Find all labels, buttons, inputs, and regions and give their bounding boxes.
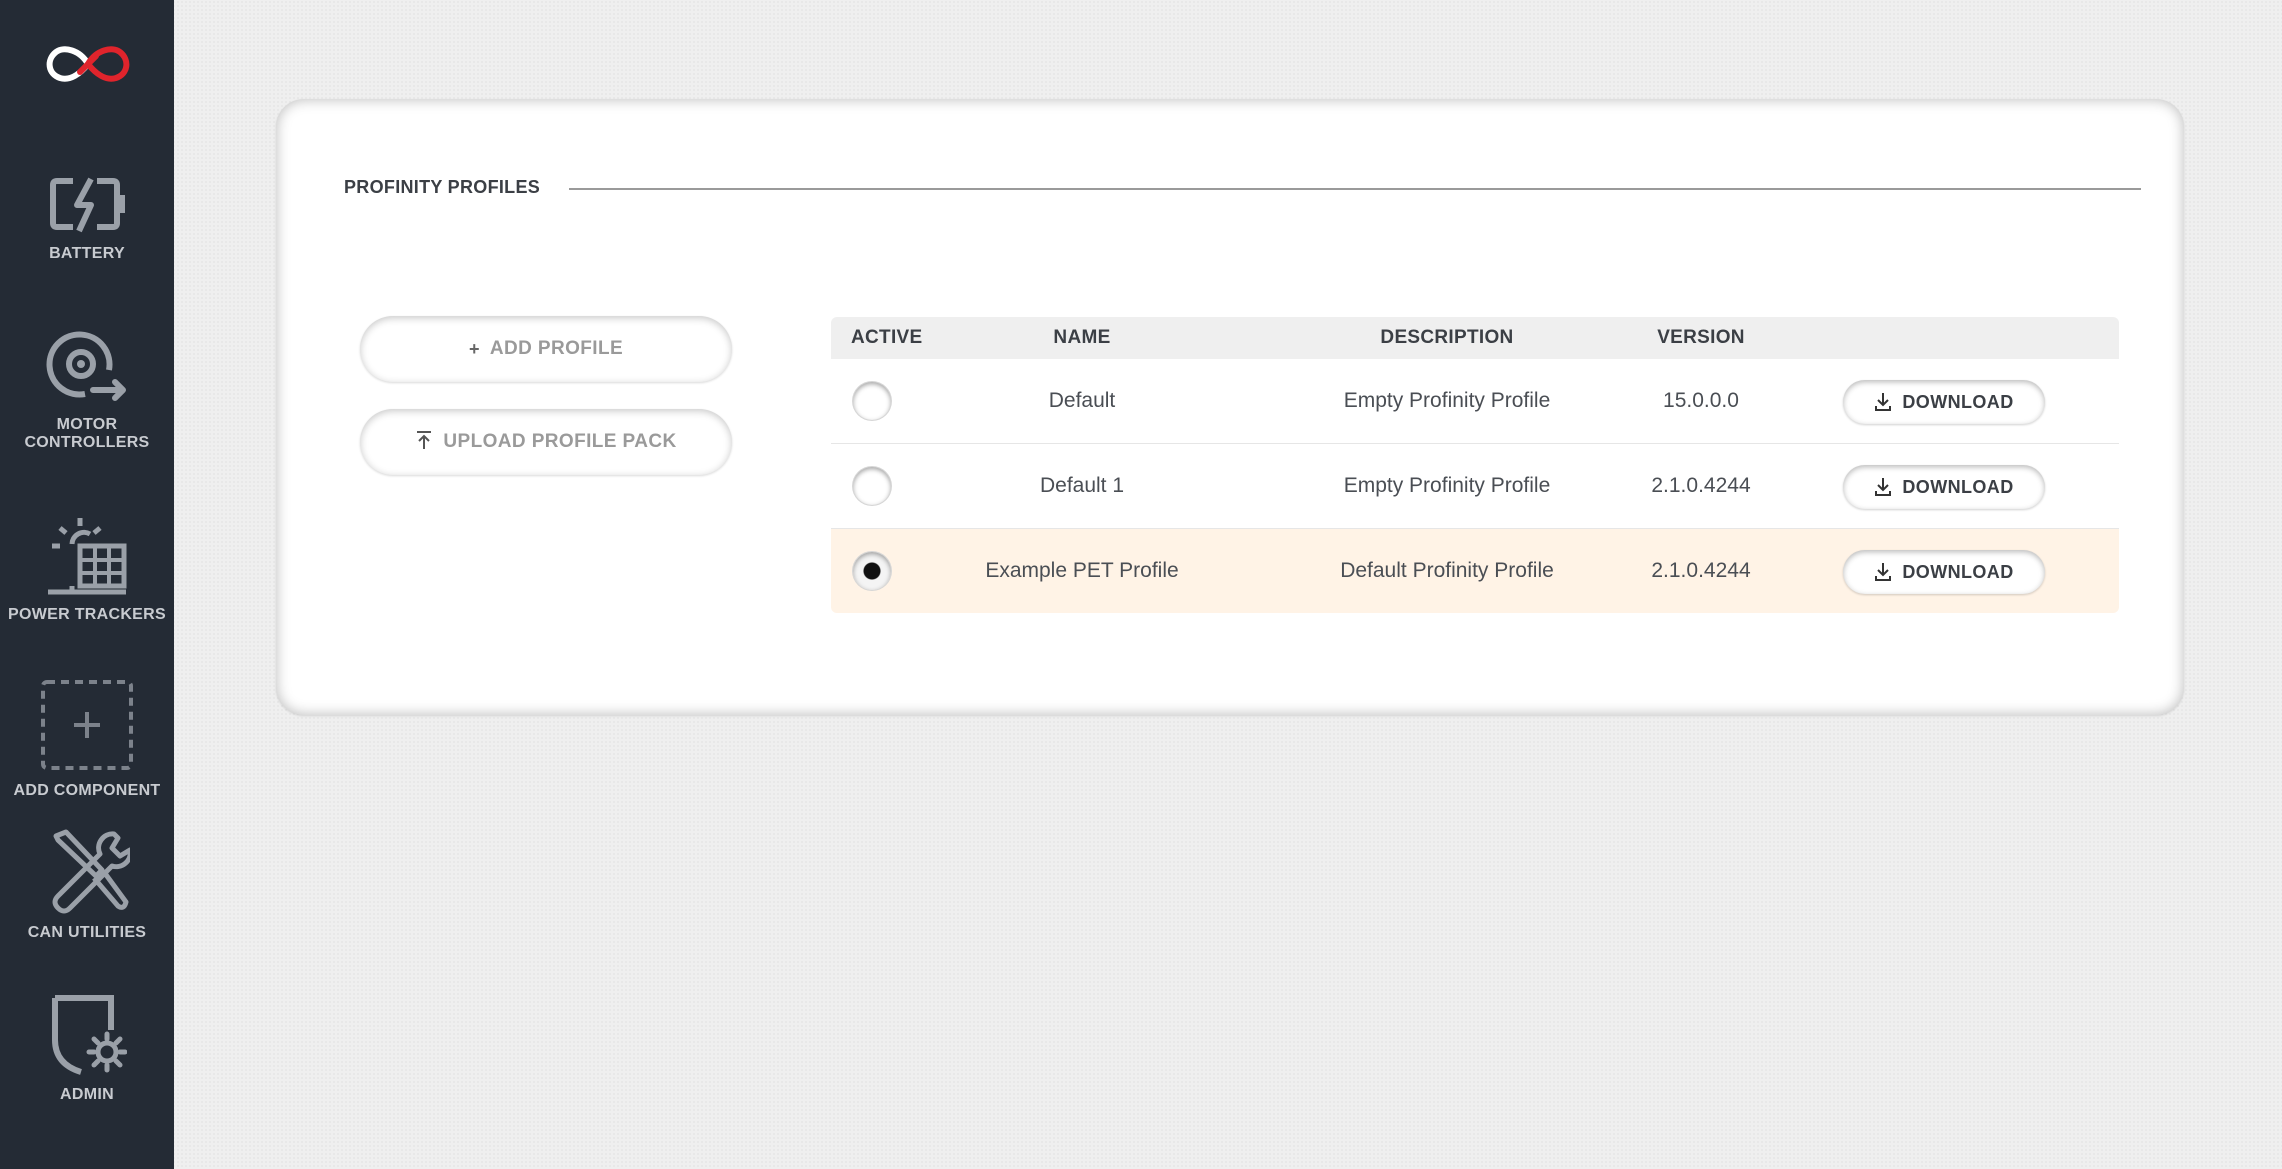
profile-version: 2.1.0.4244	[1651, 559, 1751, 582]
profile-name: Default	[1048, 389, 1116, 412]
sidebar-item-label: ADMIN	[60, 1086, 114, 1103]
sidebar-item-label: CAN UTILITIES	[27, 924, 147, 941]
column-header-description: DESCRIPTION	[1380, 327, 1514, 348]
sidebar-item-power-trackers[interactable]: POWER TRACKERS	[0, 516, 174, 624]
upload-profile-pack-button[interactable]: UPLOAD PROFILE PACK	[360, 409, 732, 475]
upload-profile-pack-label: UPLOAD PROFILE PACK	[443, 431, 677, 452]
download-label: DOWNLOAD	[1902, 391, 2014, 412]
sidebar-item-admin[interactable]: ADMIN	[0, 994, 174, 1104]
download-label: DOWNLOAD	[1902, 476, 2014, 497]
table-header: ACTIVE NAME DESCRIPTION VERSION	[831, 317, 2119, 359]
profiles-panel: PROFINITY PROFILES + ADD PROFILE UPLOAD …	[276, 99, 2184, 715]
add-profile-button[interactable]: + ADD PROFILE	[360, 316, 732, 382]
app-logo[interactable]	[40, 36, 136, 92]
sidebar-item-label: BATTERY	[49, 245, 125, 262]
download-icon	[1875, 563, 1892, 581]
profile-description: Empty Profinity Profile	[1343, 389, 1551, 412]
column-header-active: ACTIVE	[851, 327, 923, 348]
add-profile-label: ADD PROFILE	[489, 338, 624, 359]
title-divider	[569, 188, 2141, 190]
active-radio[interactable]	[853, 467, 891, 505]
profile-version: 15.0.0.0	[1663, 389, 1739, 412]
sidebar-item-battery[interactable]: BATTERY	[0, 175, 174, 263]
add-component-icon	[41, 680, 133, 770]
profile-description: Empty Profinity Profile	[1343, 474, 1551, 497]
sidebar-item-label: ADD COMPONENT	[13, 782, 161, 799]
download-label: DOWNLOAD	[1902, 561, 2014, 582]
sidebar-item-add-component[interactable]: ADD COMPONENT	[0, 678, 174, 800]
profile-description: Default Profinity Profile	[1340, 559, 1554, 582]
profile-name: Example PET Profile	[985, 559, 1179, 582]
column-header-name: NAME	[1053, 327, 1111, 348]
profile-version: 2.1.0.4244	[1651, 474, 1751, 497]
table-row[interactable]: Example PET Profile Default Profinity Pr…	[831, 529, 2119, 613]
download-icon	[1875, 478, 1892, 496]
column-header-version: VERSION	[1657, 327, 1745, 348]
active-radio[interactable]	[853, 552, 891, 590]
power-tracker-icon	[48, 518, 127, 595]
table-row[interactable]: Default 1 Empty Profinity Profile 2.1.0.…	[831, 444, 2119, 529]
admin-icon	[52, 995, 127, 1075]
sidebar-item-motor-controllers[interactable]: MOTOR CONTROLLERS	[0, 330, 174, 452]
active-radio[interactable]	[853, 382, 891, 420]
sidebar-item-label: POWER TRACKERS	[8, 606, 166, 623]
battery-icon	[50, 177, 125, 233]
table-row[interactable]: Default Empty Profinity Profile 15.0.0.0…	[831, 359, 2119, 444]
sidebar-item-can-utilities[interactable]: CAN UTILITIES	[0, 828, 174, 942]
profiles-table: ACTIVE NAME DESCRIPTION VERSION Default …	[831, 317, 2119, 613]
can-utilities-icon	[52, 829, 130, 914]
panel-title: PROFINITY PROFILES	[344, 177, 541, 197]
download-button[interactable]: DOWNLOAD	[1843, 465, 2045, 509]
download-button[interactable]: DOWNLOAD	[1843, 380, 2045, 424]
upload-icon	[415, 430, 433, 455]
plus-icon: +	[468, 338, 480, 359]
download-button[interactable]: DOWNLOAD	[1843, 550, 2045, 594]
motor-controller-icon	[46, 331, 126, 401]
profile-name: Default 1	[1039, 474, 1125, 497]
download-icon	[1875, 393, 1892, 411]
sidebar: BATTERY MOTOR CONTROLLERS POWER TRACKERS	[0, 0, 174, 1169]
sidebar-item-label: MOTOR CONTROLLERS	[24, 416, 150, 451]
